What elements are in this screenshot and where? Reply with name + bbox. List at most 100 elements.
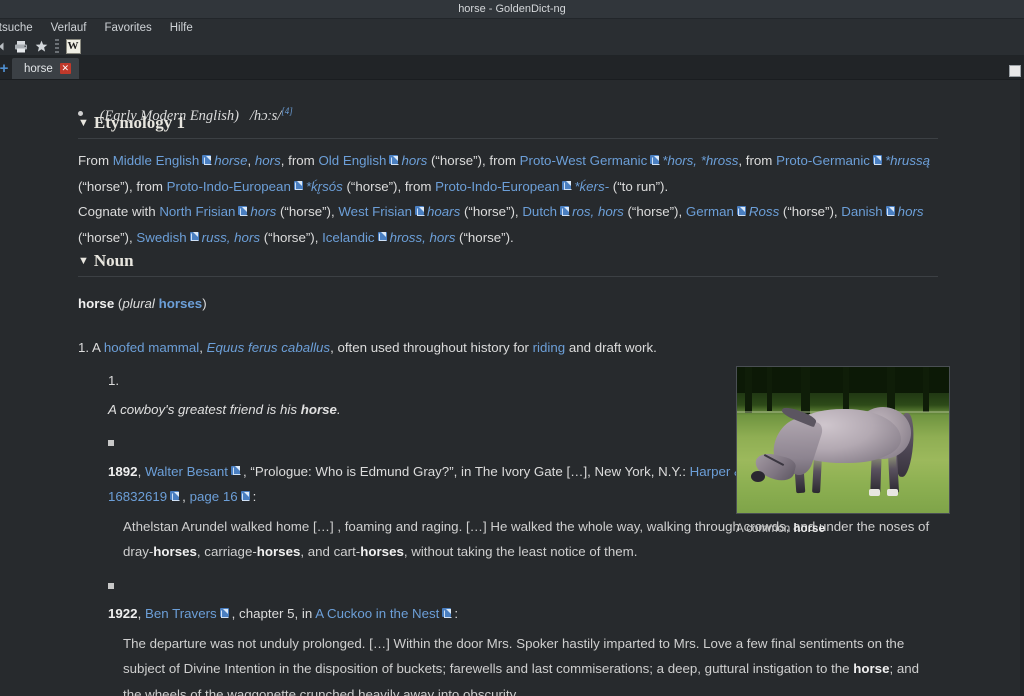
term-hors-hross-pwg[interactable]: *hors, *hross: [662, 153, 738, 168]
caption-keyword: horse: [793, 523, 825, 535]
toolbar-drag-handle[interactable]: [55, 39, 59, 53]
external-link-icon[interactable]: [389, 155, 399, 165]
external-link-icon[interactable]: [885, 206, 896, 216]
figure-caption: A common horse: [736, 521, 950, 537]
term-hors-oe[interactable]: hors: [401, 153, 427, 168]
external-link-icon[interactable]: [240, 491, 251, 501]
term-danish[interactable]: hors: [898, 204, 924, 219]
term-icelandic[interactable]: hross, hors: [390, 230, 456, 245]
link-danish[interactable]: Danish: [841, 204, 882, 219]
headword-line: horse (plural horses): [78, 291, 938, 317]
article-view: (Early Modern English) /hɔːs/[4] ▼ Etymol…: [0, 80, 1024, 696]
term-kers-pie[interactable]: *ḱers-: [574, 179, 609, 194]
citation-year: 1922: [108, 606, 138, 622]
gloss-5: (“to run”).: [609, 178, 669, 194]
link-german[interactable]: German: [686, 204, 734, 219]
external-link-icon[interactable]: [377, 231, 388, 242]
term-west-frisian[interactable]: hoars: [427, 204, 460, 219]
noun-heading[interactable]: ▼ Noun: [78, 250, 938, 278]
link-proto-indo-european-2[interactable]: Proto-Indo-European: [435, 179, 559, 194]
link-icelandic[interactable]: Icelandic: [322, 230, 374, 245]
external-link-icon[interactable]: [562, 180, 572, 191]
tabbar-corner-widget[interactable]: [1009, 65, 1021, 77]
ety-from: From: [78, 153, 110, 169]
tree-trunk: [923, 367, 929, 412]
menu-item-verlauf[interactable]: Verlauf: [42, 21, 96, 35]
back-icon[interactable]: [0, 38, 10, 55]
dictionary-wikipedia-icon[interactable]: W: [64, 38, 82, 55]
reference-marker[interactable]: [4]: [281, 106, 293, 116]
link-north-frisian[interactable]: North Frisian: [159, 204, 235, 219]
menu-item-hilfe[interactable]: Hilfe: [161, 21, 202, 35]
new-tab-button[interactable]: +: [0, 57, 12, 79]
tab-close-icon[interactable]: ✕: [59, 63, 71, 74]
passage-part: , and cart-: [300, 544, 361, 560]
link-ben-travers[interactable]: Ben Travers: [145, 606, 217, 621]
noun-heading-label: Noun: [93, 251, 134, 271]
list-bullet-icon: [78, 111, 83, 116]
gloss: (“horse”),: [260, 229, 323, 245]
quote-bullet-icon: [108, 440, 114, 447]
link-middle-english[interactable]: Middle English: [113, 153, 199, 168]
external-link-icon[interactable]: [415, 206, 425, 216]
term-swedish[interactable]: russ, hors: [202, 230, 260, 245]
plural-form-link[interactable]: horses: [159, 296, 203, 311]
citation-colon: :: [252, 489, 257, 505]
favorite-star-icon[interactable]: [32, 38, 50, 55]
external-link-icon[interactable]: [231, 465, 241, 476]
link-swedish[interactable]: Swedish: [136, 230, 186, 245]
external-link-icon[interactable]: [293, 180, 304, 191]
link-taxon-equus[interactable]: Equus ferus caballus: [207, 340, 330, 355]
figure-common-horse: A common horse: [736, 366, 950, 537]
term-horse-me[interactable]: horse: [214, 153, 247, 168]
link-hoofed-mammal[interactable]: hoofed mammal: [104, 340, 199, 355]
external-link-icon[interactable]: [202, 155, 212, 165]
horse-hoof: [887, 489, 898, 496]
term-dutch[interactable]: ros, hors: [572, 204, 624, 219]
term-hrussa-pg[interactable]: *hrussą: [885, 153, 930, 168]
menu-item-volltextsuche[interactable]: xtsuche: [0, 21, 42, 35]
link-riding[interactable]: riding: [533, 340, 566, 355]
horse-photograph[interactable]: [736, 366, 950, 514]
tab-horse[interactable]: horse ✕: [12, 58, 79, 79]
passage-keyword: horse: [853, 661, 890, 677]
citation-ellipsis: […]: [566, 463, 588, 479]
external-link-icon[interactable]: [560, 206, 570, 216]
dictionary-icon-label: W: [65, 38, 81, 54]
external-link-icon[interactable]: [442, 608, 452, 618]
link-oclc-number[interactable]: 16832619: [108, 489, 167, 504]
external-link-icon[interactable]: [238, 206, 248, 216]
link-proto-indo-european-1[interactable]: Proto-Indo-European: [167, 179, 291, 194]
link-a-cuckoo-in-the-nest[interactable]: A Cuckoo in the Nest: [315, 606, 439, 621]
sense-1: 1. A hoofed mammal, Equus ferus caballus…: [78, 335, 938, 361]
external-link-icon[interactable]: [736, 206, 747, 216]
example-keyword: horse: [300, 401, 337, 417]
quote-bullet-icon: [108, 582, 114, 589]
link-walter-besant[interactable]: Walter Besant: [145, 464, 228, 479]
menubar: xtsuche Verlauf Favorites Hilfe: [0, 19, 1024, 37]
etymology-paragraph: From Middle English horse, hors, from Old…: [78, 148, 938, 199]
ety-from2: , from: [280, 153, 319, 169]
link-old-english[interactable]: Old English: [318, 153, 386, 168]
gloss: (“horse”).: [455, 229, 514, 245]
term-krsos-pie[interactable]: *ḱr̥sós: [306, 179, 343, 194]
external-link-icon[interactable]: [170, 491, 180, 501]
link-dutch[interactable]: Dutch: [522, 204, 557, 219]
link-page-16[interactable]: page 16: [190, 489, 238, 504]
link-proto-west-germanic[interactable]: Proto-West Germanic: [520, 153, 648, 168]
gloss: (“horse”),: [460, 204, 523, 220]
citation-place: , New York, N.Y.:: [587, 463, 690, 479]
caption-text: A common: [736, 523, 794, 535]
collapse-caret-icon[interactable]: ▼: [78, 255, 89, 267]
external-link-icon[interactable]: [872, 155, 883, 165]
term-hors-me[interactable]: hors: [255, 153, 281, 168]
term-north-frisian[interactable]: hors: [250, 204, 276, 219]
menu-item-favorites[interactable]: Favorites: [95, 21, 160, 35]
external-link-icon[interactable]: [219, 608, 230, 618]
external-link-icon[interactable]: [189, 231, 200, 242]
link-west-frisian[interactable]: West Frisian: [338, 204, 412, 219]
link-proto-germanic[interactable]: Proto-Germanic: [776, 153, 870, 168]
external-link-icon[interactable]: [650, 155, 660, 165]
term-german[interactable]: Ross: [749, 204, 779, 219]
print-icon[interactable]: [12, 38, 30, 55]
